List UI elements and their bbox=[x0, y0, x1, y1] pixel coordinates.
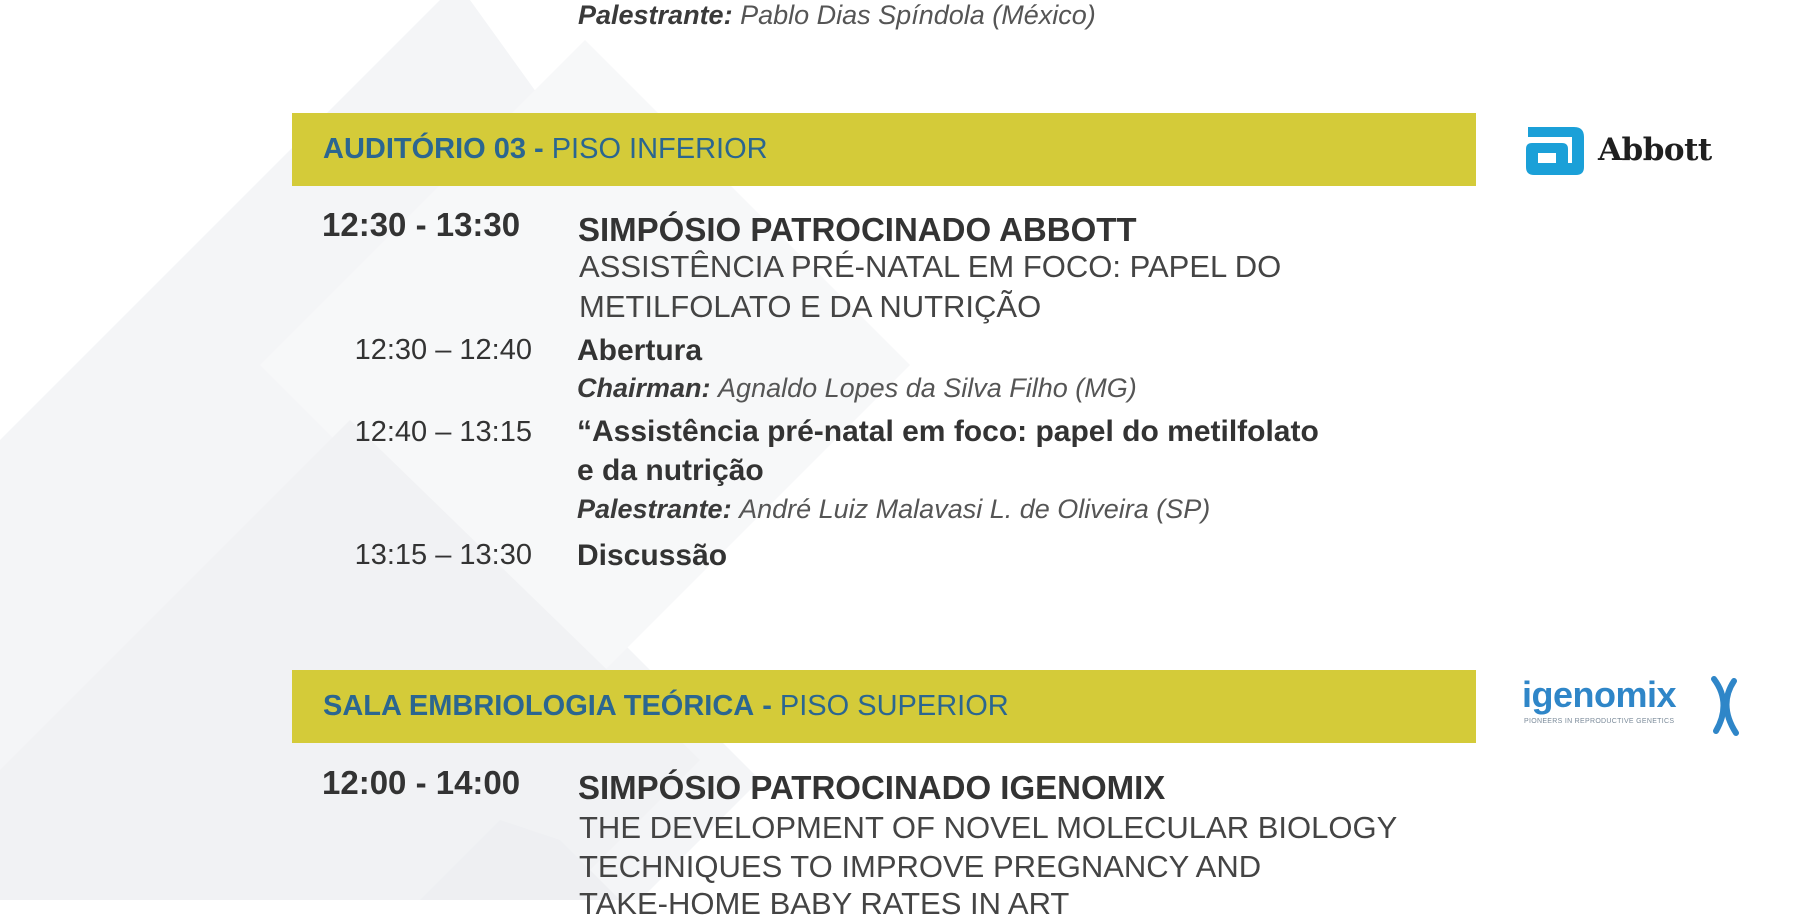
room-separator: - bbox=[762, 690, 772, 722]
item-time: 12:40 – 13:15 bbox=[354, 416, 532, 448]
igenomix-wordmark: igenomix bbox=[1522, 674, 1677, 715]
speaker-role: Palestrante: bbox=[578, 0, 733, 30]
item-title: Discussão bbox=[577, 539, 728, 572]
item-title-line-1: “Assistência pré-natal em foco: papel do… bbox=[577, 415, 1319, 448]
abbott-logo: Abbott bbox=[1522, 122, 1722, 178]
session-subtitle-line-2: METILFOLATO E DA NUTRIÇÃO bbox=[579, 289, 1042, 324]
speaker-name: Pablo Dias Spíndola (México) bbox=[740, 0, 1096, 30]
speaker-name: André Luiz Malavasi L. de Oliveira (SP) bbox=[739, 494, 1211, 524]
item-title-line-2: e da nutrição bbox=[577, 454, 764, 487]
session-subtitle-line-1: THE DEVELOPMENT OF NOVEL MOLECULAR BIOLO… bbox=[579, 810, 1398, 845]
speaker-role: Palestrante: bbox=[577, 494, 732, 524]
item-time: 13:15 – 13:30 bbox=[354, 539, 532, 571]
room-name: SALA EMBRIOLOGIA TEÓRICA bbox=[323, 690, 755, 722]
room-separator: - bbox=[534, 133, 544, 165]
session-time: 12:00 - 14:00 bbox=[322, 764, 521, 801]
item-time: 12:30 – 12:40 bbox=[354, 334, 532, 366]
abbott-mark-icon bbox=[1526, 127, 1584, 175]
section-header-sala-embriologia: SALA EMBRIOLOGIA TEÓRICA - PISO SUPERIOR bbox=[292, 670, 1476, 743]
session-title: SIMPÓSIO PATROCINADO IGENOMIX bbox=[578, 769, 1166, 806]
item-chairman-line: Chairman: Agnaldo Lopes da Silva Filho (… bbox=[577, 373, 1137, 403]
floor-name: PISO SUPERIOR bbox=[779, 690, 1009, 722]
session-time: 12:30 - 13:30 bbox=[322, 206, 521, 243]
igenomix-tagline: PIONEERS IN REPRODUCTIVE GENETICS bbox=[1524, 718, 1675, 725]
igenomix-x-mark-icon bbox=[1711, 676, 1739, 736]
chairman-name: Agnaldo Lopes da Silva Filho (MG) bbox=[718, 373, 1137, 403]
room-name: AUDITÓRIO 03 bbox=[323, 133, 527, 165]
top-speaker-line: Palestrante: Pablo Dias Spíndola (México… bbox=[578, 0, 1096, 30]
igenomix-logo: igenomix PIONEERS IN REPRODUCTIVE GENETI… bbox=[1522, 675, 1742, 737]
chairman-role: Chairman: bbox=[577, 373, 711, 403]
section-header-auditorio-03: AUDITÓRIO 03 - PISO INFERIOR bbox=[292, 113, 1476, 186]
session-title: SIMPÓSIO PATROCINADO ABBOTT bbox=[578, 211, 1137, 248]
abbott-wordmark: Abbott bbox=[1598, 132, 1712, 168]
item-speaker-line: Palestrante: André Luiz Malavasi L. de O… bbox=[577, 494, 1210, 524]
session-subtitle-line-3: TAKE-HOME BABY RATES IN ART bbox=[579, 886, 1070, 921]
item-title: Abertura bbox=[577, 334, 703, 367]
floor-name: PISO INFERIOR bbox=[551, 133, 768, 165]
session-subtitle-line-1: ASSISTÊNCIA PRÉ-NATAL EM FOCO: PAPEL DO bbox=[579, 249, 1282, 284]
session-subtitle-line-2: TECHNIQUES TO IMPROVE PREGNANCY AND bbox=[579, 849, 1262, 884]
